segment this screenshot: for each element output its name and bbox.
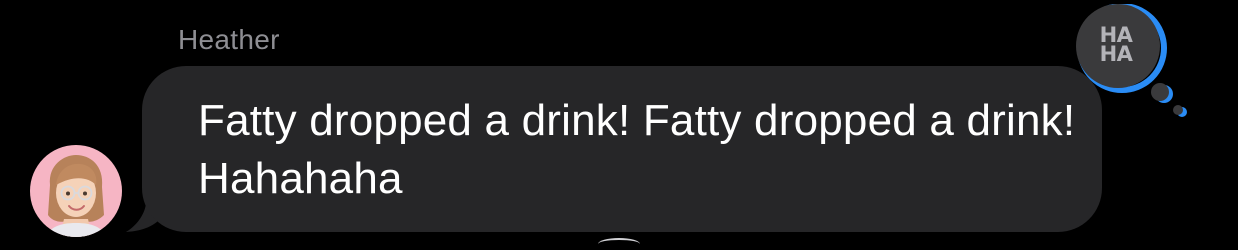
haha-tapback-icon[interactable] [1060,4,1210,124]
message-bubble[interactable]: Fatty dropped a drink! Fatty dropped a d… [142,66,1102,232]
sender-avatar[interactable] [30,145,122,237]
tapback-label: HA HA [1099,23,1133,66]
sender-name: Heather [178,24,280,55]
scroll-indicator [598,238,640,250]
memoji-avatar-icon [46,155,106,237]
message-text: Fatty dropped a drink! Fatty dropped a d… [198,96,1076,203]
message-bubble-container: Fatty dropped a drink! Fatty dropped a d… [122,66,1107,236]
